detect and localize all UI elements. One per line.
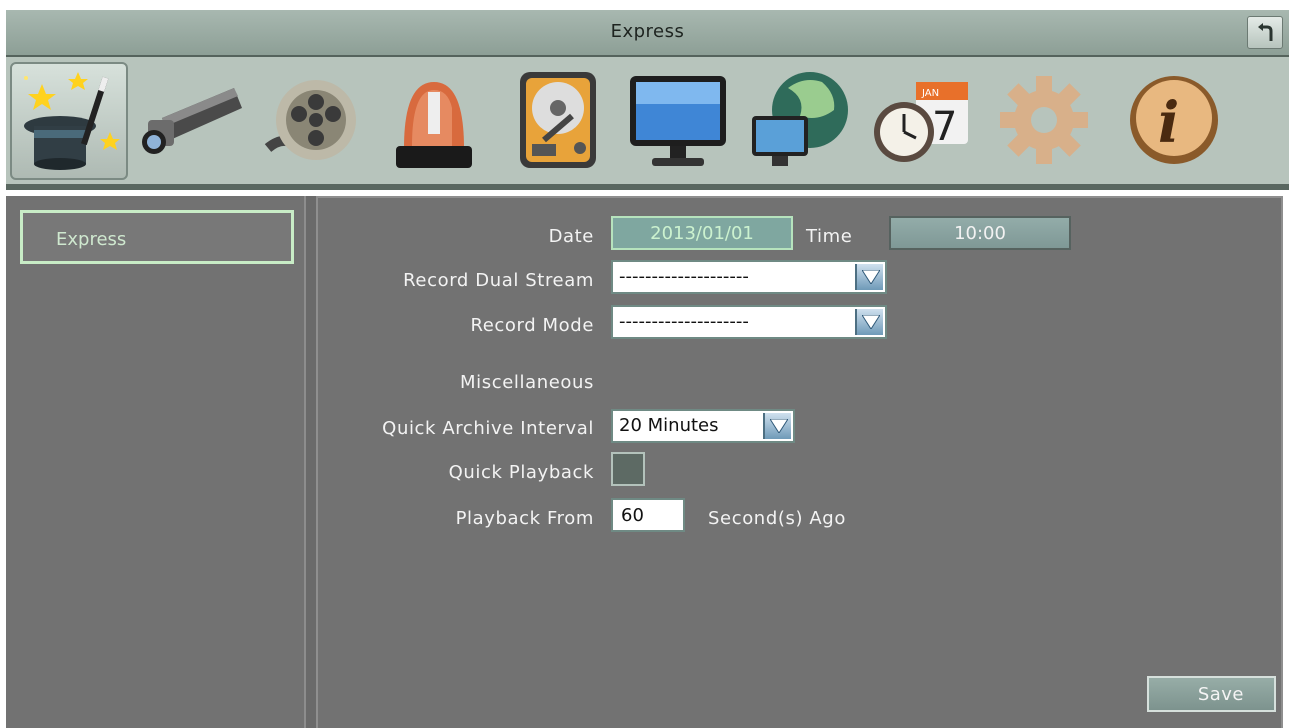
dropdown-arrow-icon[interactable]	[855, 264, 883, 290]
network-globe-icon	[752, 72, 848, 166]
playback-from-label: Playback From	[455, 508, 594, 529]
record-film-icon	[264, 80, 356, 160]
sidebar-item-express[interactable]: Express	[20, 210, 294, 264]
record-mode-select[interactable]: --------------------	[611, 305, 887, 339]
record-dual-stream-label: Record Dual Stream	[403, 270, 594, 291]
tool-info[interactable]: i	[1108, 62, 1226, 180]
back-button[interactable]	[1247, 16, 1283, 49]
record-dual-stream-value: --------------------	[619, 266, 749, 287]
schedule-clock-calendar-icon: JAN 7	[874, 82, 968, 162]
calendar-day: 7	[932, 104, 957, 150]
display-monitor-icon	[630, 76, 726, 166]
miscellaneous-heading: Miscellaneous	[460, 372, 594, 393]
title-bar: Express	[6, 10, 1289, 57]
info-letter: i	[1158, 90, 1179, 156]
tool-schedule[interactable]: JAN 7	[864, 62, 982, 180]
information-icon: i	[1130, 76, 1218, 164]
quick-playback-label: Quick Playback	[448, 462, 594, 483]
window-title: Express	[610, 21, 685, 42]
time-field[interactable]: 10:00	[889, 216, 1071, 250]
playback-from-unit: Second(s) Ago	[708, 508, 846, 529]
dropdown-arrow-icon[interactable]	[855, 309, 883, 335]
back-arrow-icon	[1258, 23, 1273, 41]
quick-playback-checkbox[interactable]	[611, 452, 645, 486]
date-field[interactable]: 2013/01/01	[611, 216, 793, 250]
camera-icon	[142, 88, 242, 154]
hard-disk-icon	[520, 72, 596, 168]
tool-camera[interactable]	[132, 62, 250, 180]
alarm-icon	[396, 82, 472, 168]
tool-disk[interactable]	[498, 62, 616, 180]
panel-divider	[306, 196, 316, 728]
tool-alarm[interactable]	[376, 62, 494, 180]
sidebar-item-label: Express	[56, 229, 127, 250]
tool-record[interactable]	[254, 62, 372, 180]
tool-express[interactable]	[10, 62, 128, 180]
express-wizard-icon	[24, 72, 120, 170]
dvr-setup-window: Express JAN 7 i Express Date 2013/01/01 …	[0, 0, 1289, 728]
time-label: Time	[806, 226, 853, 247]
record-mode-label: Record Mode	[470, 315, 594, 336]
playback-from-input[interactable]: 60	[611, 498, 685, 532]
record-dual-stream-select[interactable]: --------------------	[611, 260, 887, 294]
tool-display[interactable]	[620, 62, 738, 180]
quick-archive-interval-label: Quick Archive Interval	[382, 418, 594, 439]
category-toolbar: JAN 7 i	[6, 57, 1289, 190]
quick-archive-interval-select[interactable]: 20 Minutes	[611, 409, 795, 443]
date-label: Date	[548, 226, 594, 247]
tool-system[interactable]	[986, 62, 1104, 180]
tool-network[interactable]	[742, 62, 860, 180]
record-mode-value: --------------------	[619, 311, 749, 332]
system-gear-icon	[1000, 76, 1088, 164]
sidebar: Express	[6, 196, 306, 728]
dropdown-arrow-icon[interactable]	[763, 413, 791, 439]
calendar-month: JAN	[921, 88, 939, 99]
quick-archive-interval-value: 20 Minutes	[619, 415, 719, 436]
save-button[interactable]: Save	[1147, 676, 1276, 712]
